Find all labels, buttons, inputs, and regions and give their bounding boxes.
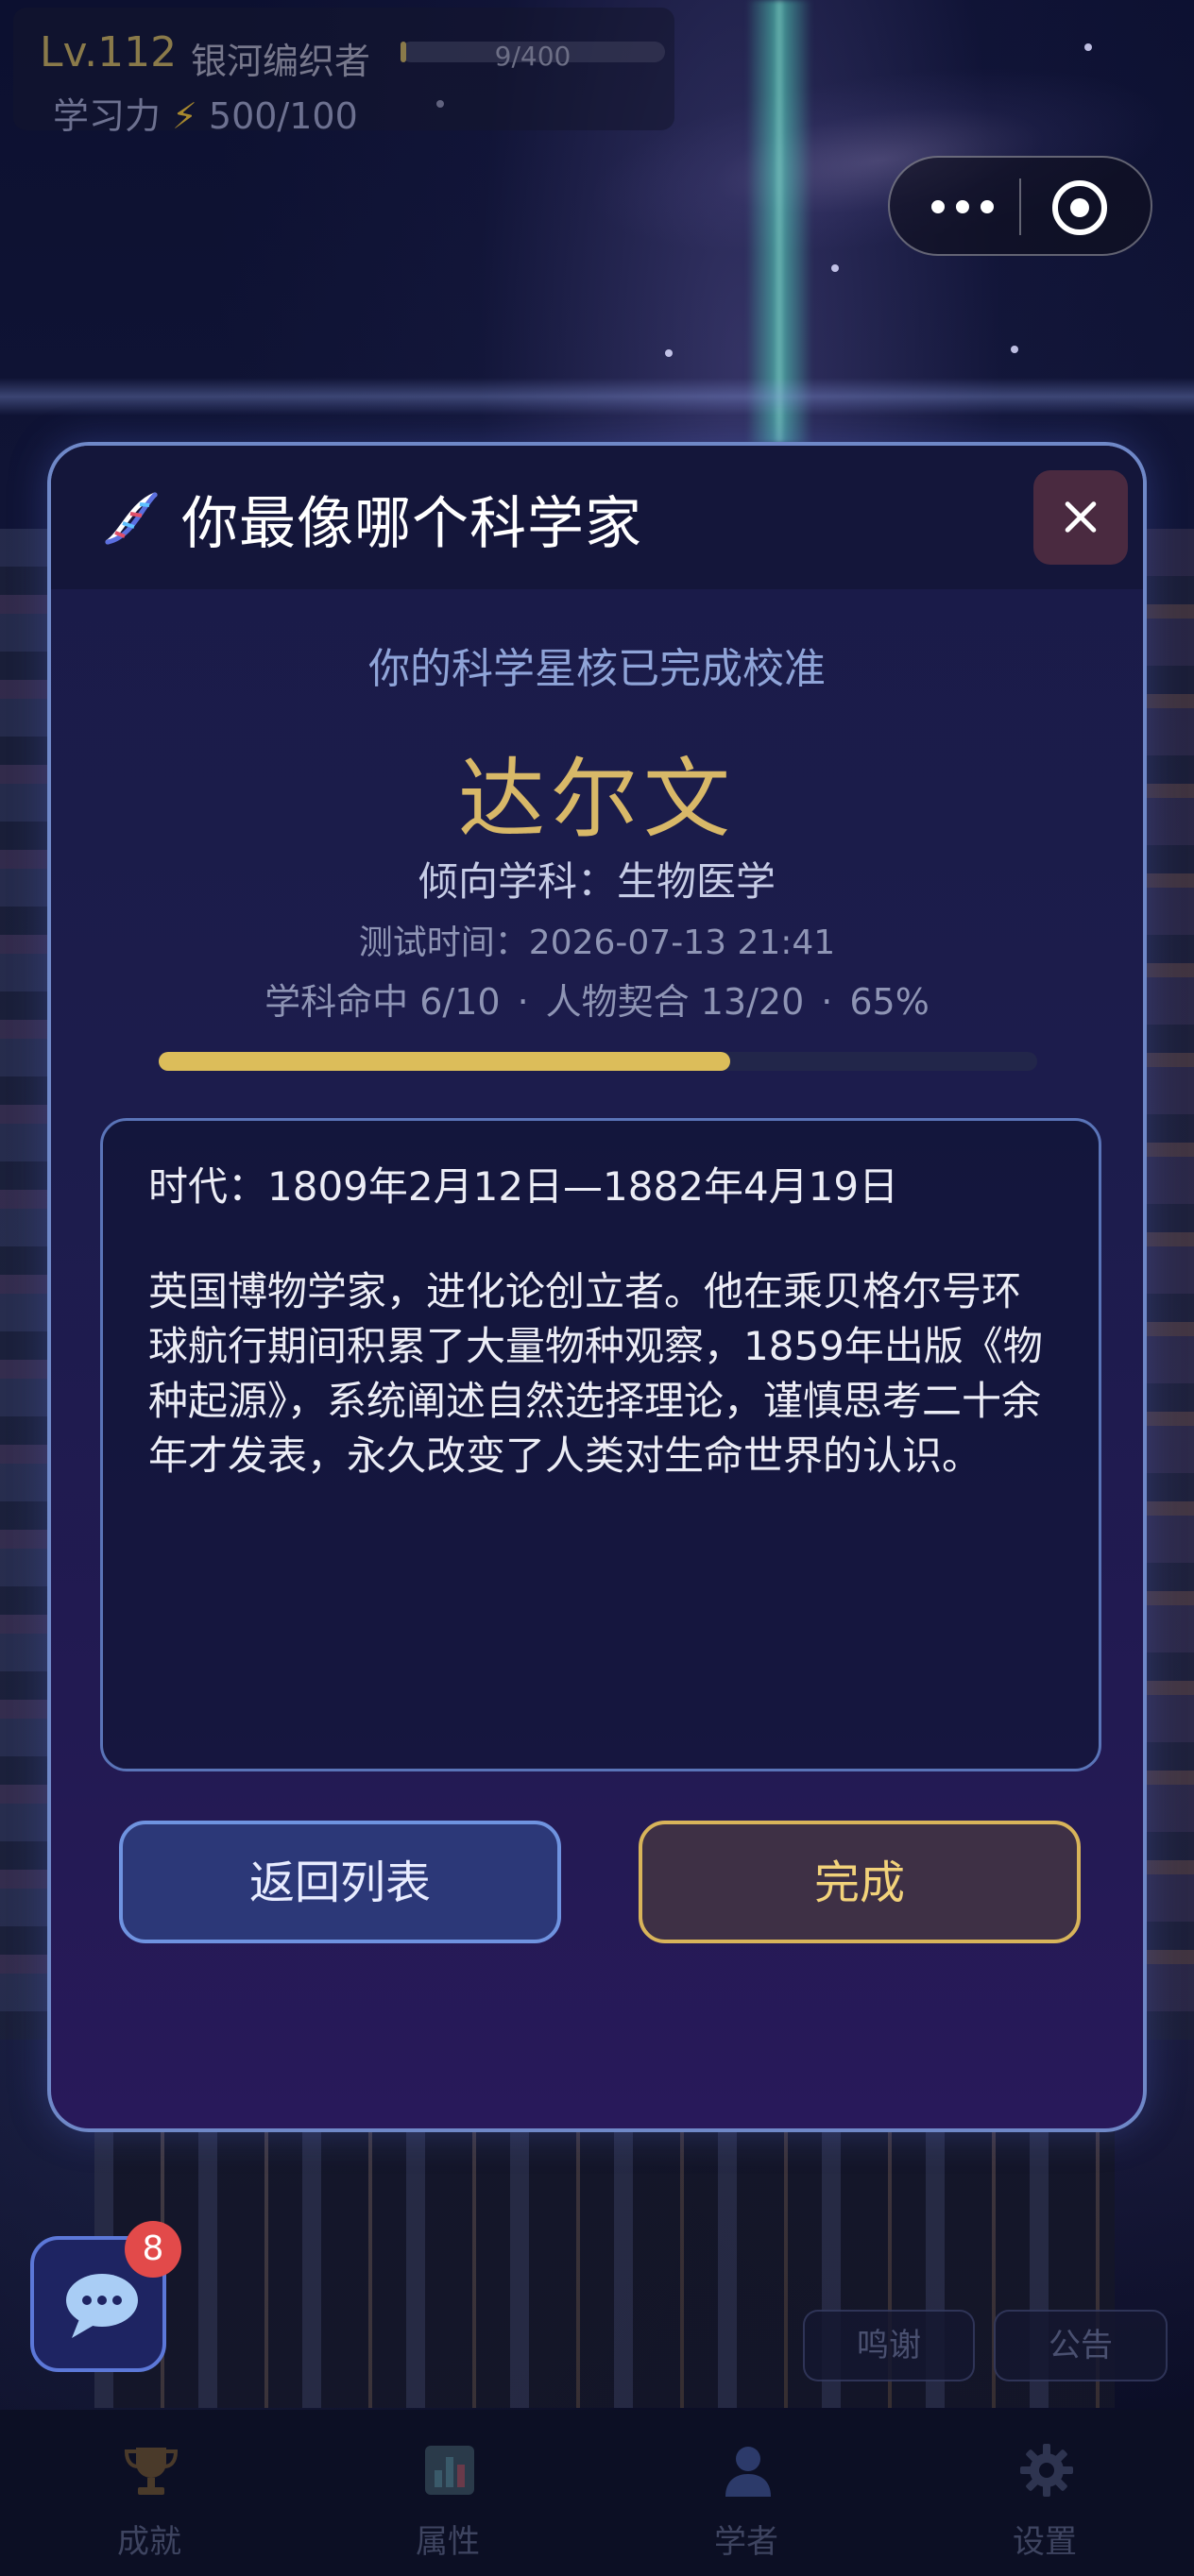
star <box>1011 346 1018 353</box>
more-dots-icon[interactable] <box>924 177 1018 235</box>
discipline-text: 倾向学科：生物医学 <box>418 858 776 905</box>
tab-label: 属性 <box>416 2523 480 2561</box>
match-progress-fill <box>159 1052 730 1071</box>
scientist-description-card: 时代：1809年2月12日—1882年4月19日 英国博物学家，进化论创立者。他… <box>100 1118 1101 1771</box>
gear-icon <box>1020 2444 1073 2497</box>
xp-bar: 9/400 <box>401 41 665 72</box>
tab-label: 学者 <box>714 2523 778 2561</box>
tab-label: 设置 <box>1013 2523 1077 2561</box>
separator-dot: · <box>821 981 833 1023</box>
tab-settings[interactable]: 设置 <box>896 2410 1194 2576</box>
horizon-glow <box>0 378 1194 415</box>
unread-badge: 8 <box>125 2221 181 2278</box>
separator-dot: · <box>517 981 529 1023</box>
back-to-list-button[interactable]: 返回列表 <box>119 1821 561 1943</box>
study-power: 学习力 ⚡ 500/100 <box>53 87 358 139</box>
xp-text: 9/400 <box>494 41 571 72</box>
star <box>831 264 839 272</box>
star <box>1084 43 1092 51</box>
tab-attributes[interactable]: 属性 <box>298 2410 597 2576</box>
study-power-label: 学习力 <box>53 95 162 137</box>
trophy-icon <box>124 2448 179 2495</box>
tab-label: 成就 <box>117 2523 181 2561</box>
test-time: 测试时间：2026-07-13 21:41 <box>358 924 836 962</box>
study-power-value: 500/100 <box>208 95 358 137</box>
capsule-divider <box>1019 178 1021 235</box>
lightning-icon: ⚡ <box>172 95 197 137</box>
dna-icon <box>105 492 158 545</box>
close-button[interactable] <box>1033 470 1128 565</box>
bio-text: 英国博物学家，进化论创立者。他在乘贝格尔号环球航行期间积累了大量物种观察，185… <box>148 1268 1043 1479</box>
star <box>665 349 673 357</box>
tab-scholar[interactable]: 学者 <box>597 2410 896 2576</box>
mini-program-capsule <box>888 156 1152 256</box>
notice-button[interactable]: 公告 <box>994 2310 1168 2381</box>
person-icon <box>725 2447 771 2497</box>
player-level: Lv.112 <box>40 28 178 76</box>
discipline-hit: 学科命中 6/10 <box>264 981 501 1023</box>
scientist-name: 达尔文 <box>457 749 736 850</box>
era-text: 时代：1809年2月12日—1882年4月19日 <box>148 1163 899 1210</box>
match-percent: 65% <box>849 981 930 1023</box>
done-button[interactable]: 完成 <box>639 1821 1081 1943</box>
character-fit: 人物契合 13/20 <box>545 981 805 1023</box>
player-title: 银河编织者 <box>191 41 371 82</box>
tab-achievements[interactable]: 成就 <box>0 2410 298 2576</box>
modal-title: 你最像哪个科学家 <box>181 491 642 557</box>
chat-bubble-icon <box>66 2274 138 2338</box>
result-modal: 你最像哪个科学家 你的科学星核已完成校准 达尔文 倾向学科：生物医学 测试时间：… <box>47 442 1147 2132</box>
match-stats: 学科命中 6/10 · 人物契合 13/20 · 65% <box>51 973 1143 1025</box>
match-progress-bar <box>159 1052 1037 1071</box>
target-close-icon[interactable] <box>1052 180 1107 235</box>
bottom-tab-bar: 成就 属性 学者 设置 <box>0 2410 1194 2576</box>
player-hud: Lv.112 银河编织者 9/400 学习力 ⚡ 500/100 <box>13 8 674 137</box>
bar-chart-icon <box>425 2446 474 2495</box>
modal-header: 你最像哪个科学家 <box>51 446 1143 589</box>
calibration-subtitle: 你的科学星核已完成校准 <box>368 645 826 693</box>
thanks-button[interactable]: 鸣谢 <box>803 2310 975 2381</box>
